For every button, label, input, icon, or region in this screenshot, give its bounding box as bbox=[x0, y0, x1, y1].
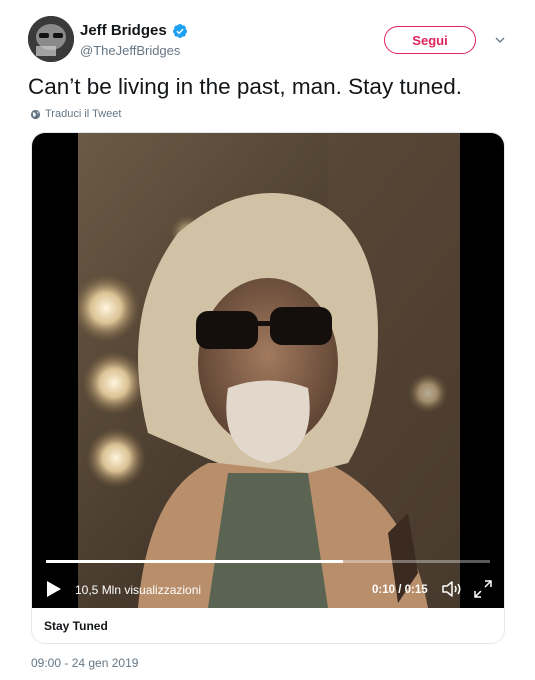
video-progress-fill bbox=[46, 560, 344, 563]
verified-badge-icon bbox=[172, 23, 187, 38]
fullscreen-icon[interactable] bbox=[473, 579, 493, 599]
follow-button[interactable]: Segui bbox=[384, 26, 476, 54]
translate-label[interactable]: Traduci il Tweet bbox=[45, 108, 121, 120]
view-count: 10,5 Mln visualizzazioni bbox=[75, 583, 202, 597]
volume-icon[interactable] bbox=[441, 579, 463, 599]
globe-icon bbox=[30, 109, 41, 119]
translate-link[interactable]: Traduci il Tweet bbox=[30, 108, 121, 120]
video-time: 0:10 / 0:15 bbox=[372, 584, 428, 596]
author-avatar[interactable] bbox=[28, 16, 74, 62]
video-frame[interactable] bbox=[78, 133, 460, 608]
video-card[interactable]: 10,5 Mln visualizzazioni 0:10 / 0:15 Sta… bbox=[31, 132, 505, 644]
play-icon[interactable] bbox=[46, 580, 62, 598]
author-name-row: Jeff Bridges bbox=[80, 22, 188, 39]
tweet-text: Can’t be living in the past, man. Stay t… bbox=[28, 74, 463, 99]
author-name[interactable]: Jeff Bridges bbox=[80, 22, 167, 39]
tweet-timestamp[interactable]: 09:00 - 24 gen 2019 bbox=[31, 656, 138, 670]
video-progress-bar[interactable] bbox=[46, 560, 490, 563]
author-handle[interactable]: @TheJeffBridges bbox=[80, 43, 180, 58]
video-player[interactable]: 10,5 Mln visualizzazioni 0:10 / 0:15 bbox=[32, 133, 504, 608]
card-title[interactable]: Stay Tuned bbox=[44, 619, 108, 633]
chevron-down-icon[interactable] bbox=[494, 34, 506, 46]
